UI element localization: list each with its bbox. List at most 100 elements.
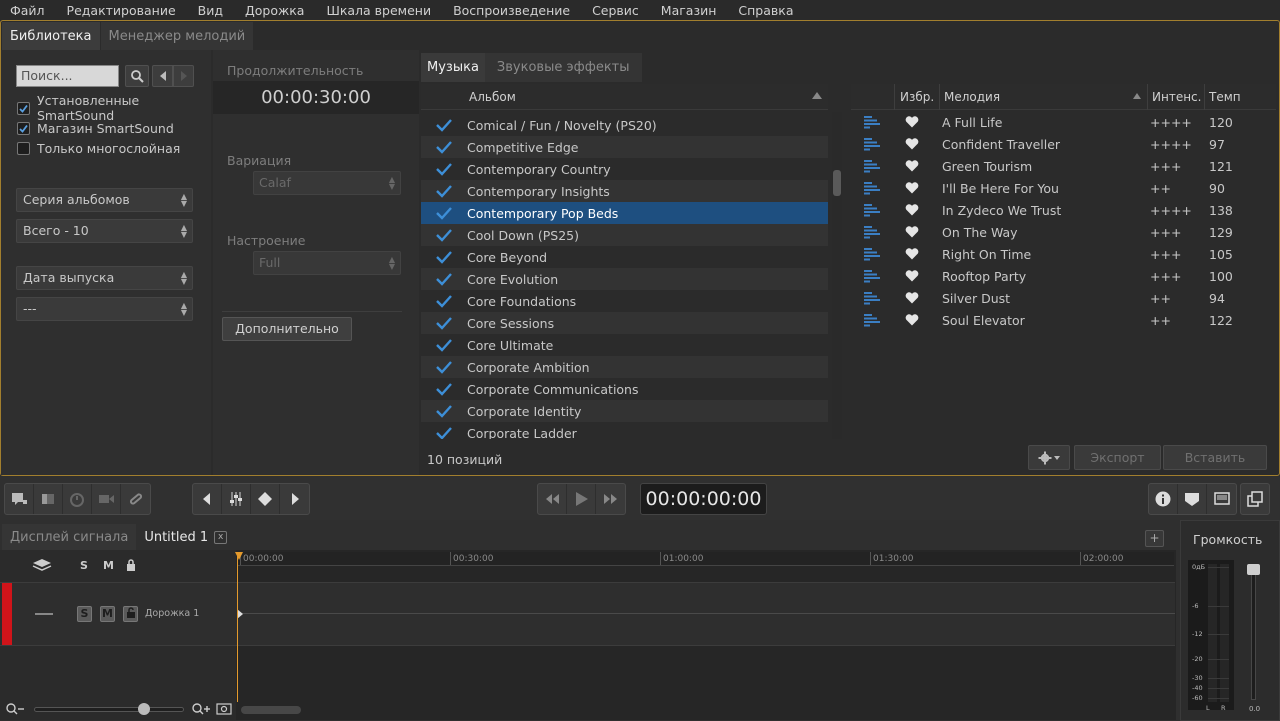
track-lock-button[interactable] <box>123 606 138 622</box>
heart-icon[interactable] <box>905 182 919 194</box>
song-row[interactable]: Right On Time +++ 105 <box>851 243 1276 265</box>
search-button[interactable] <box>125 65 149 87</box>
album-checkbox[interactable] <box>421 316 467 330</box>
album-row[interactable]: Contemporary Country <box>421 158 828 180</box>
song-row[interactable]: A Full Life ++++ 120 <box>851 111 1276 133</box>
album-row[interactable]: Contemporary Insights <box>421 180 828 202</box>
waveform-icon[interactable] <box>864 138 880 151</box>
total-select[interactable]: Всего - 10 ▲ ▼ <box>16 219 193 243</box>
tab-melody-manager[interactable]: Менеджер мелодий <box>100 22 254 50</box>
album-scrollbar[interactable] <box>832 112 842 439</box>
album-checkbox[interactable] <box>421 140 467 154</box>
rewind-button[interactable] <box>538 484 567 514</box>
tab-sound-effects[interactable]: Звуковые эффекты <box>484 53 642 82</box>
song-row[interactable]: I'll Be Here For You ++ 90 <box>851 177 1276 199</box>
close-tab-button[interactable]: x <box>214 530 228 544</box>
menu-playback[interactable]: Воспроизведение <box>453 3 570 18</box>
album-checkbox[interactable] <box>421 184 467 198</box>
add-timeline-button[interactable]: + <box>1145 530 1164 547</box>
song-row[interactable]: Green Tourism +++ 121 <box>851 155 1276 177</box>
zoom-out-icon[interactable] <box>6 703 26 718</box>
marker-view-button[interactable] <box>1178 484 1207 514</box>
album-column-header[interactable]: Альбом <box>421 84 828 110</box>
menu-store[interactable]: Магазин <box>661 3 717 18</box>
tab-waveform[interactable]: Дисплей сигнала <box>2 524 137 550</box>
melody-header[interactable]: Мелодия <box>944 90 1000 104</box>
series-select[interactable]: Серия альбомов ▲ ▼ <box>16 188 193 212</box>
zoom-in-icon[interactable] <box>192 703 212 718</box>
scrollbar-thumb[interactable] <box>833 170 841 196</box>
multilayer-checkbox[interactable]: Только многослойная <box>17 140 212 156</box>
album-row[interactable]: Core Ultimate <box>421 334 828 356</box>
album-row[interactable]: Core Foundations <box>421 290 828 312</box>
mixer-button[interactable] <box>222 484 251 514</box>
waveform-icon[interactable] <box>864 314 880 327</box>
timer-button[interactable] <box>63 484 92 514</box>
link-button[interactable] <box>121 484 150 514</box>
waveform-icon[interactable] <box>864 116 880 129</box>
split-button[interactable] <box>34 484 63 514</box>
waveform-icon[interactable] <box>864 248 880 261</box>
heart-icon[interactable] <box>905 292 919 304</box>
menu-track[interactable]: Дорожка <box>245 3 304 18</box>
album-checkbox[interactable] <box>421 360 467 374</box>
song-row[interactable]: Confident Traveller ++++ 97 <box>851 133 1276 155</box>
album-checkbox[interactable] <box>421 118 467 132</box>
song-row[interactable]: Soul Elevator ++ 122 <box>851 309 1276 331</box>
intensity-header[interactable]: Интенс. <box>1152 90 1201 104</box>
album-row[interactable]: Corporate Ambition <box>421 356 828 378</box>
preview-button[interactable] <box>1207 484 1236 514</box>
layers-icon[interactable] <box>32 558 52 577</box>
timeline-scrollbar[interactable] <box>241 706 301 714</box>
heart-icon[interactable] <box>905 226 919 238</box>
album-checkbox[interactable] <box>421 228 467 242</box>
waveform-icon[interactable] <box>864 226 880 239</box>
album-checkbox[interactable] <box>421 206 467 220</box>
heart-icon[interactable] <box>905 248 919 260</box>
menu-timeline[interactable]: Шкала времени <box>326 3 431 18</box>
album-checkbox[interactable] <box>421 404 467 418</box>
album-checkbox[interactable] <box>421 294 467 308</box>
heart-icon[interactable] <box>905 116 919 128</box>
waveform-icon[interactable] <box>864 182 880 195</box>
store-checkbox[interactable]: Магазин SmartSound <box>17 120 212 136</box>
waveform-icon[interactable] <box>864 292 880 305</box>
info-button[interactable] <box>1149 484 1178 514</box>
next-marker-button[interactable] <box>280 484 309 514</box>
zoom-slider-knob[interactable] <box>138 703 150 715</box>
album-checkbox[interactable] <box>421 382 467 396</box>
prev-marker-button[interactable] <box>193 484 222 514</box>
more-button[interactable]: Дополнительно <box>222 317 352 341</box>
song-row[interactable]: On The Way +++ 129 <box>851 221 1276 243</box>
album-row[interactable]: Contemporary Pop Beds <box>421 202 828 224</box>
song-row[interactable]: In Zydeco We Trust ++++ 138 <box>851 199 1276 221</box>
prev-button[interactable] <box>152 65 173 87</box>
menu-view[interactable]: Вид <box>198 3 223 18</box>
fast-forward-button[interactable] <box>596 484 625 514</box>
album-row[interactable]: Comical / Fun / Novelty (PS20) <box>421 114 828 136</box>
heart-icon[interactable] <box>905 204 919 216</box>
export-button[interactable]: Экспорт <box>1074 445 1161 470</box>
album-checkbox[interactable] <box>421 250 467 264</box>
time-ruler[interactable]: 00:00:00 00:30:00 01:00:00 01:30:00 02:00:00 <box>237 552 1174 566</box>
album-checkbox[interactable] <box>421 272 467 286</box>
volume-slider-knob[interactable] <box>1247 564 1260 575</box>
album-checkbox[interactable] <box>421 338 467 352</box>
album-checkbox[interactable] <box>421 162 467 176</box>
zoom-fit-icon[interactable] <box>216 703 232 718</box>
search-input[interactable]: Поиск... <box>16 65 119 87</box>
menu-tools[interactable]: Сервис <box>592 3 639 18</box>
sort-order-select[interactable]: --- ▲ ▼ <box>16 297 193 321</box>
heart-icon[interactable] <box>905 314 919 326</box>
settings-button[interactable] <box>1028 445 1070 470</box>
volume-slider-track[interactable] <box>1251 570 1256 700</box>
track-solo-button[interactable]: S <box>77 606 92 622</box>
song-row[interactable]: Silver Dust ++ 94 <box>851 287 1276 309</box>
album-row[interactable]: Core Beyond <box>421 246 828 268</box>
variation-select[interactable]: Calaf ▲ ▼ <box>253 171 401 195</box>
album-row[interactable]: Corporate Communications <box>421 378 828 400</box>
tempo-header[interactable]: Темп <box>1209 90 1241 104</box>
album-row[interactable]: Competitive Edge <box>421 136 828 158</box>
tab-project[interactable]: Untitled 1 x <box>136 524 236 550</box>
album-row[interactable]: Corporate Identity <box>421 400 828 422</box>
